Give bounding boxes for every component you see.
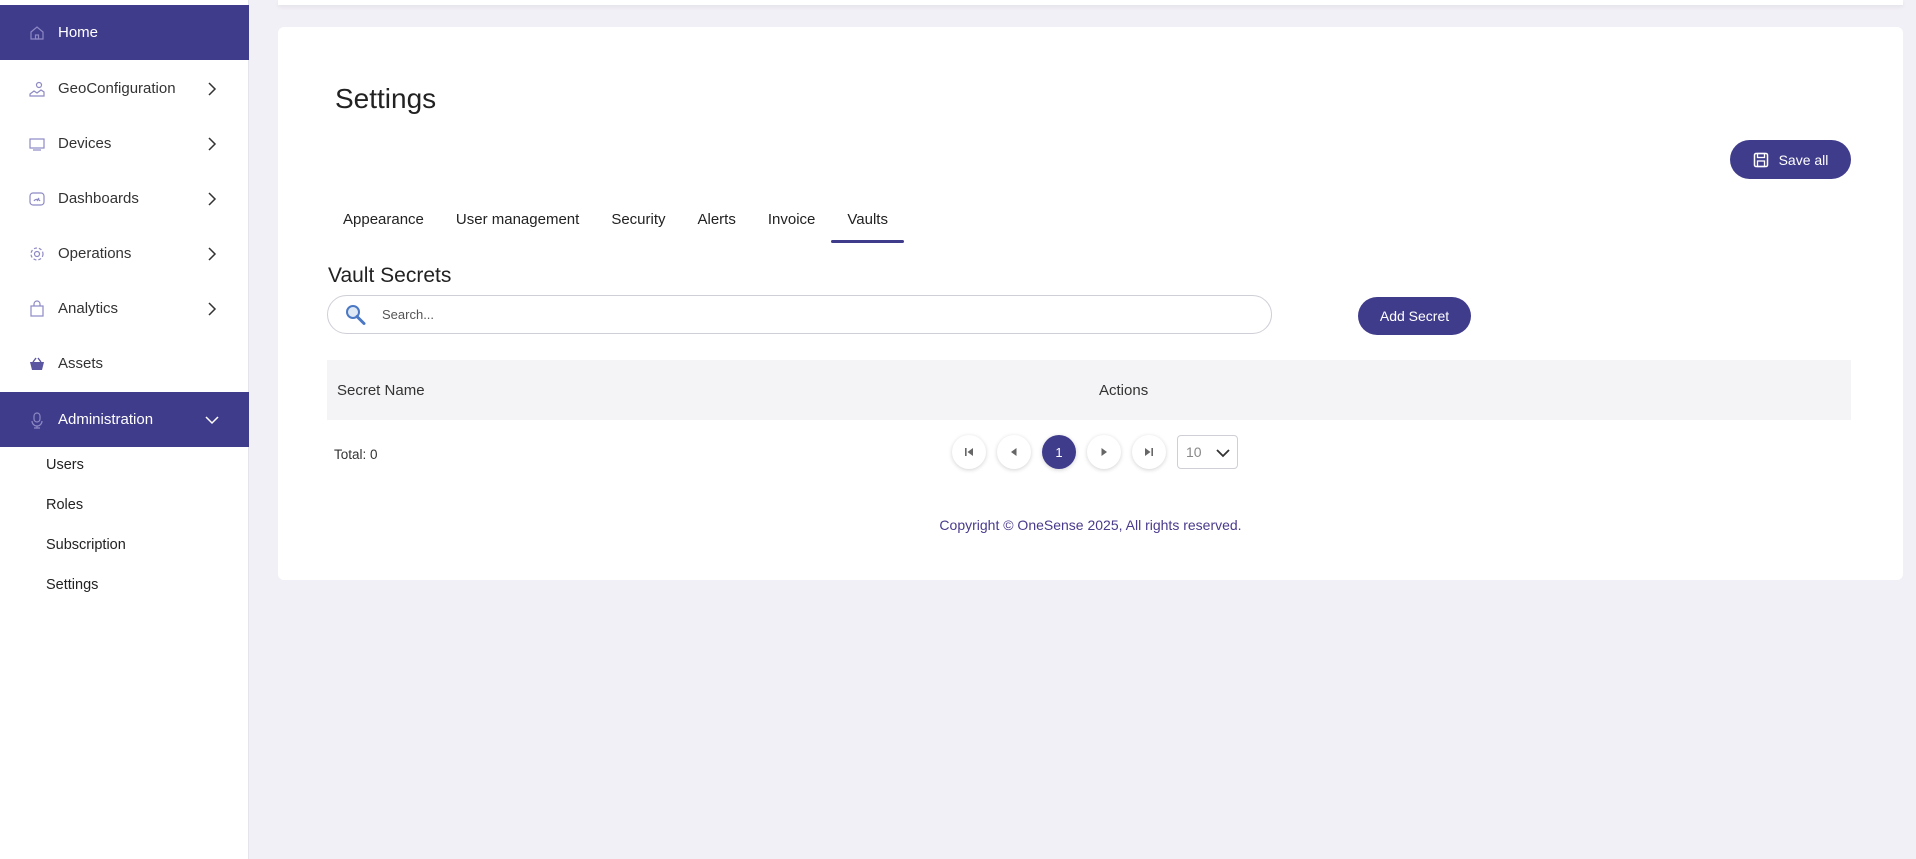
- tab-vaults[interactable]: Vaults: [831, 210, 904, 243]
- pagination: 1 10: [952, 435, 1238, 469]
- chevron-down-icon: [205, 415, 219, 424]
- sidebar-item-label: GeoConfiguration: [58, 80, 176, 97]
- total-count: Total: 0: [334, 447, 378, 462]
- sidebar-subitem-subscription[interactable]: Subscription: [46, 537, 126, 553]
- last-page-icon: [1145, 448, 1153, 456]
- sidebar-item-dashboards[interactable]: Dashboards: [0, 171, 249, 226]
- tab-alerts[interactable]: Alerts: [682, 210, 752, 243]
- first-page-button[interactable]: [952, 435, 986, 469]
- chevron-right-icon: [208, 301, 217, 316]
- sidebar-item-label: Dashboards: [58, 190, 139, 207]
- settings-tabs: Appearance User management Security Aler…: [327, 210, 904, 243]
- table-header: Secret Name Actions: [327, 360, 1851, 420]
- sidebar-item-home[interactable]: Home: [0, 5, 249, 60]
- sidebar-subitem-roles[interactable]: Roles: [46, 497, 83, 513]
- sidebar-subitem-settings[interactable]: Settings: [46, 577, 98, 593]
- save-all-label: Save all: [1778, 151, 1829, 168]
- sidebar-item-assets[interactable]: Assets: [0, 336, 249, 391]
- search-input[interactable]: [382, 307, 1242, 322]
- monitor-icon: [28, 135, 46, 153]
- last-page-button[interactable]: [1132, 435, 1166, 469]
- sidebar: Home GeoConfiguration Devices Dashboards…: [0, 0, 249, 859]
- chevron-right-icon: [208, 191, 217, 206]
- sidebar-item-label: Analytics: [58, 300, 119, 317]
- sidebar-subitem-users[interactable]: Users: [46, 457, 84, 473]
- bag-icon: [28, 299, 46, 318]
- sidebar-item-label: Home: [58, 24, 99, 41]
- sidebar-item-label: Operations: [58, 245, 132, 262]
- sidebar-item-label: Devices: [58, 135, 112, 152]
- tab-appearance[interactable]: Appearance: [327, 210, 440, 243]
- chevron-right-icon: [208, 246, 217, 261]
- gear-icon: [28, 245, 46, 263]
- previous-page-icon: [1011, 448, 1017, 456]
- tab-invoice[interactable]: Invoice: [752, 210, 832, 243]
- sidebar-item-analytics[interactable]: Analytics: [0, 281, 249, 336]
- add-secret-button[interactable]: Add Secret: [1358, 297, 1471, 335]
- chevron-down-icon: [1216, 449, 1230, 458]
- column-header-secret-name: Secret Name: [337, 381, 425, 399]
- admin-icon: [28, 411, 46, 429]
- map-icon: [28, 80, 46, 98]
- copyright-text: Copyright © OneSense 2025, All rights re…: [939, 517, 1242, 533]
- basket-icon: [28, 355, 46, 373]
- first-page-icon: [965, 448, 973, 456]
- chevron-right-icon: [208, 81, 217, 96]
- page-size-select[interactable]: 10: [1177, 435, 1238, 469]
- home-icon: [28, 24, 46, 42]
- search-icon: [346, 304, 366, 325]
- top-bar: [278, 0, 1903, 5]
- settings-card: Settings Save all Appearance User manage…: [278, 27, 1903, 580]
- tab-security[interactable]: Security: [595, 210, 681, 243]
- save-all-button[interactable]: Save all: [1730, 140, 1851, 179]
- page-size-value: 10: [1186, 444, 1202, 460]
- page-title: Settings: [335, 83, 437, 114]
- tab-user-management[interactable]: User management: [440, 210, 595, 243]
- sidebar-item-devices[interactable]: Devices: [0, 116, 249, 171]
- sidebar-item-operations[interactable]: Operations: [0, 226, 249, 281]
- current-page-button[interactable]: 1: [1042, 435, 1076, 469]
- sidebar-item-administration[interactable]: Administration: [0, 392, 249, 447]
- previous-page-button[interactable]: [997, 435, 1031, 469]
- chevron-right-icon: [208, 136, 217, 151]
- column-header-actions: Actions: [1099, 381, 1149, 399]
- next-page-icon: [1101, 448, 1107, 456]
- section-title: Vault Secrets: [328, 264, 452, 287]
- gauge-icon: [28, 190, 46, 208]
- sidebar-item-geoconfiguration[interactable]: GeoConfiguration: [0, 61, 249, 116]
- save-icon: [1753, 152, 1768, 167]
- next-page-button[interactable]: [1087, 435, 1121, 469]
- search-box: [327, 295, 1272, 334]
- sidebar-item-label: Administration: [58, 411, 154, 428]
- sidebar-item-label: Assets: [58, 355, 104, 372]
